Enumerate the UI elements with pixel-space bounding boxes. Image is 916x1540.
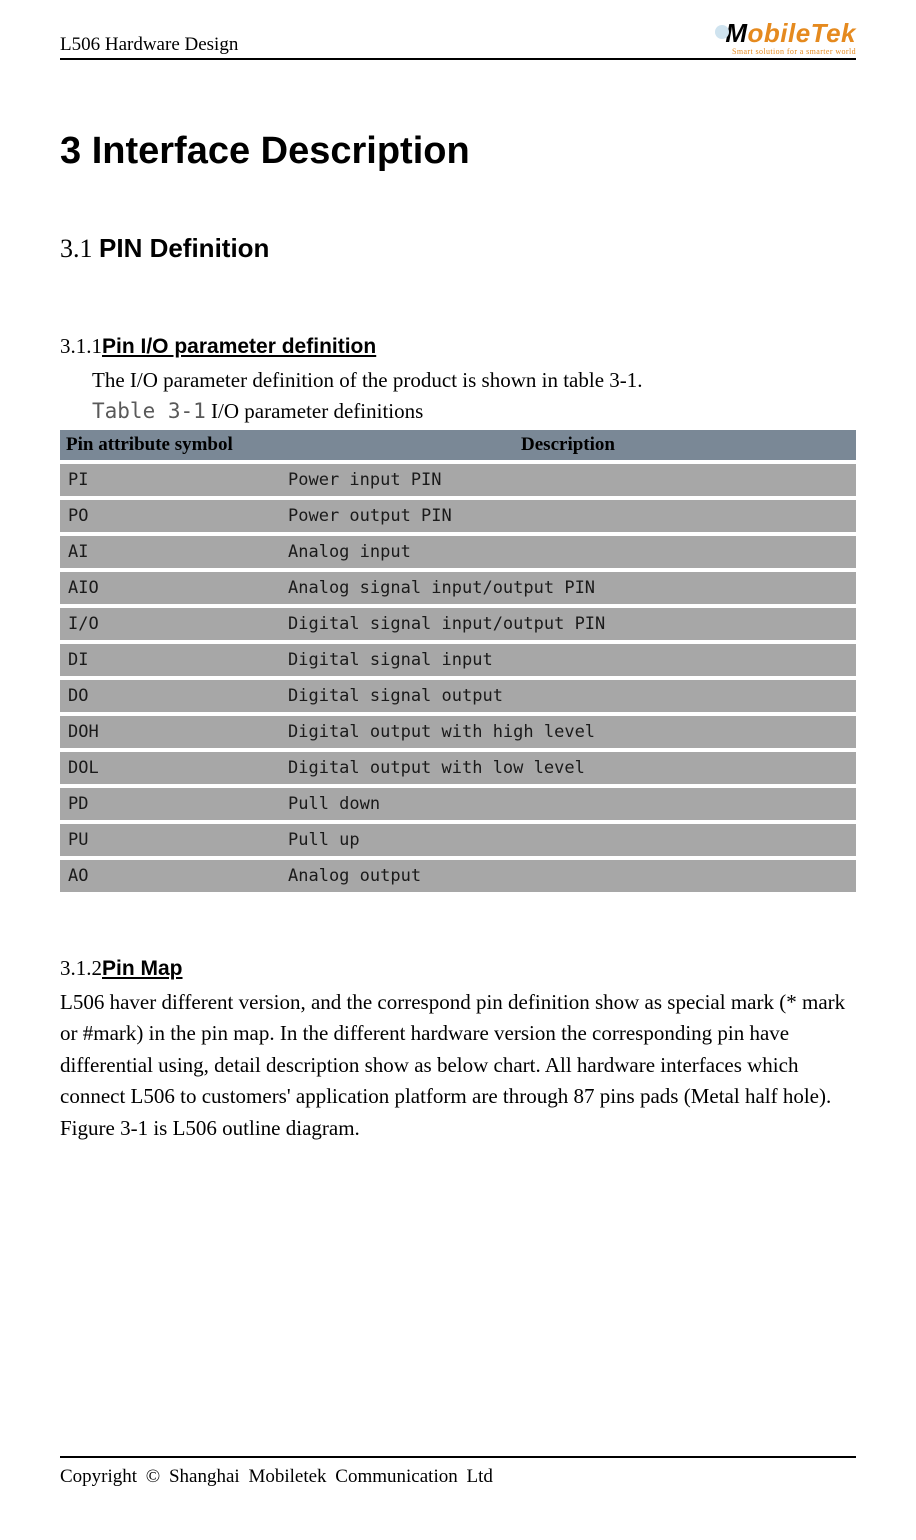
cell-desc: Digital signal input <box>280 644 856 676</box>
cell-desc: Power output PIN <box>280 500 856 532</box>
logo-icon: MobileTek <box>715 18 856 49</box>
cell-desc: Digital signal input/output PIN <box>280 608 856 640</box>
cell-symbol: PO <box>60 500 280 532</box>
table-row: PUPull up <box>60 824 856 856</box>
cell-symbol: I/O <box>60 608 280 640</box>
table-row: DIDigital signal input <box>60 644 856 676</box>
copyright-text: Copyright © Shanghai Mobiletek Communica… <box>60 1466 856 1488</box>
table-caption-label: Table 3-1 <box>92 399 206 423</box>
logo-slogan: Smart solution for a smarter world <box>715 47 856 56</box>
subsection-number: 3.1.1 <box>60 334 102 359</box>
subsection-number: 3.1.2 <box>60 956 102 981</box>
page-footer: Copyright © Shanghai Mobiletek Communica… <box>60 1456 856 1488</box>
subsection-label: Pin I/O parameter definition <box>102 335 376 358</box>
table-caption-text: I/O parameter definitions <box>206 399 424 423</box>
doc-title: L506 Hardware Design <box>60 34 238 56</box>
table-row: PDPull down <box>60 788 856 820</box>
section-3-1-2-title: 3.1.2 Pin Map <box>60 956 856 981</box>
table-row: I/ODigital signal input/output PIN <box>60 608 856 640</box>
table-row: AIOAnalog signal input/output PIN <box>60 572 856 604</box>
table-3-1-caption: Table 3-1 I/O parameter definitions <box>92 399 856 424</box>
cell-symbol: DO <box>60 680 280 712</box>
chapter-title: 3 Interface Description <box>60 130 856 173</box>
cell-symbol: DI <box>60 644 280 676</box>
cell-symbol: PD <box>60 788 280 820</box>
section-3-1-1-intro: The I/O parameter definition of the prod… <box>92 365 856 397</box>
cell-symbol: PU <box>60 824 280 856</box>
cell-symbol: AI <box>60 536 280 568</box>
table-row: AOAnalog output <box>60 860 856 892</box>
cell-desc: Digital output with low level <box>280 752 856 784</box>
section-3-1-1-title: 3.1.1 Pin I/O parameter definition <box>60 334 856 359</box>
footer-divider <box>60 1456 856 1458</box>
cell-desc: Digital output with high level <box>280 716 856 748</box>
table-row: DODigital signal output <box>60 680 856 712</box>
cell-desc: Pull down <box>280 788 856 820</box>
header-divider <box>60 58 856 60</box>
cell-desc: Analog output <box>280 860 856 892</box>
table-header-row: Pin attribute symbol Description <box>60 430 856 460</box>
table-row: POPower output PIN <box>60 500 856 532</box>
cell-symbol: PI <box>60 464 280 496</box>
section-3-1-2-body: L506 haver different version, and the co… <box>60 987 856 1145</box>
cell-symbol: DOL <box>60 752 280 784</box>
section-3-1-title: 3.1 PIN Definition <box>60 233 856 264</box>
page-header: L506 Hardware Design MobileTek Smart sol… <box>60 0 856 56</box>
cell-symbol: AO <box>60 860 280 892</box>
section-label: PIN Definition <box>99 233 269 263</box>
cell-desc: Analog signal input/output PIN <box>280 572 856 604</box>
table-row: DOHDigital output with high level <box>60 716 856 748</box>
cell-symbol: DOH <box>60 716 280 748</box>
cell-desc: Power input PIN <box>280 464 856 496</box>
table-row: DOLDigital output with low level <box>60 752 856 784</box>
io-parameter-table: Pin attribute symbol Description PIPower… <box>60 426 856 896</box>
table-header-symbol: Pin attribute symbol <box>60 430 280 460</box>
cell-desc: Pull up <box>280 824 856 856</box>
cell-desc: Analog input <box>280 536 856 568</box>
cell-desc: Digital signal output <box>280 680 856 712</box>
logo: MobileTek Smart solution for a smarter w… <box>715 18 856 56</box>
table-row: AIAnalog input <box>60 536 856 568</box>
subsection-label: Pin Map <box>102 957 183 980</box>
table-header-description: Description <box>280 430 856 460</box>
cell-symbol: AIO <box>60 572 280 604</box>
section-number: 3.1 <box>60 234 99 263</box>
table-row: PIPower input PIN <box>60 464 856 496</box>
